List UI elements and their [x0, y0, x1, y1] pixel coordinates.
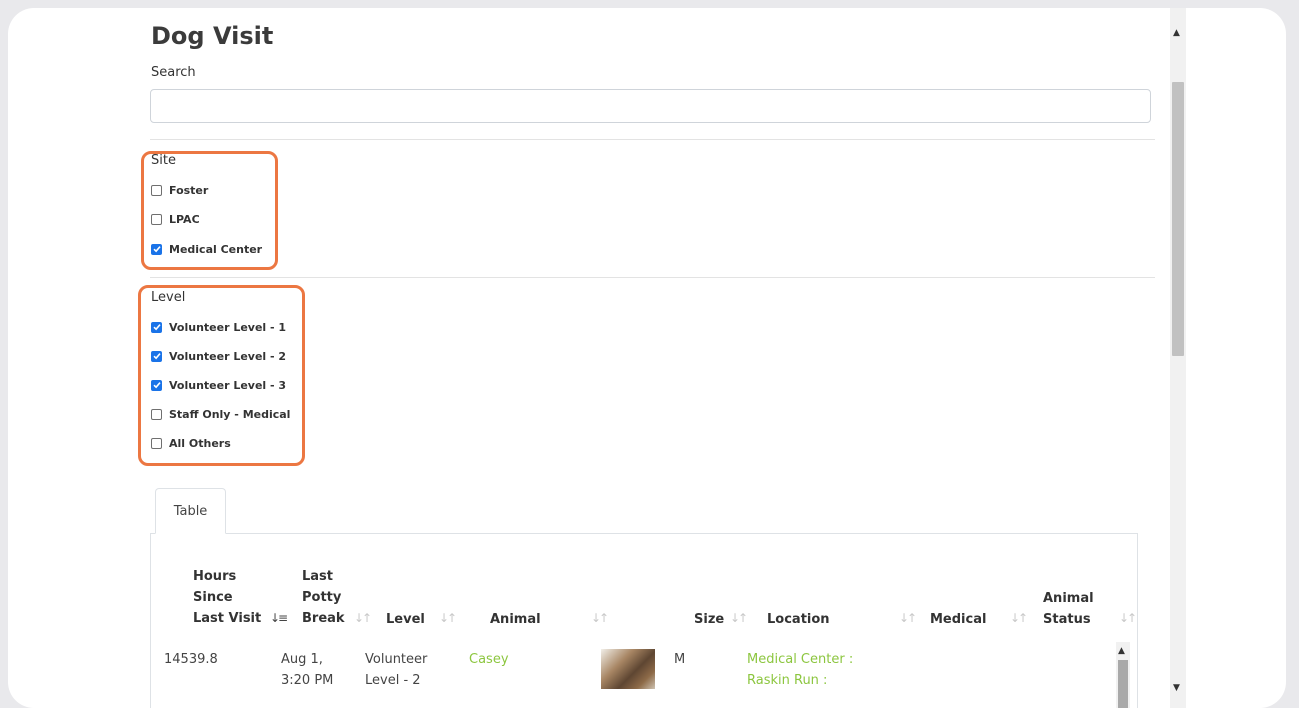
- cell-last-potty-break: Aug 1, 3:20 PM: [281, 652, 334, 688]
- sort-icon[interactable]: ↓↑: [1010, 611, 1028, 625]
- site-option-lpac[interactable]: LPAC: [151, 211, 200, 227]
- level-option-3[interactable]: Volunteer Level - 3: [151, 377, 286, 393]
- sort-icon[interactable]: ↓↑: [899, 611, 917, 625]
- level-option-staff-only-medical[interactable]: Staff Only - Medical: [151, 406, 290, 422]
- page-scrollbar[interactable]: ▲ ▼: [1170, 8, 1186, 708]
- option-label: Medical Center: [169, 242, 263, 256]
- sort-icon[interactable]: ↓↑: [439, 611, 457, 625]
- site-option-medical-center[interactable]: Medical Center: [151, 241, 262, 257]
- checkbox[interactable]: [151, 408, 162, 420]
- check-icon: [152, 382, 161, 389]
- column-header-hours-since-last-visit[interactable]: Hours Since Last Visit: [193, 566, 261, 629]
- location-link[interactable]: Medical Center : Raskin Run :: [747, 649, 853, 691]
- level-option-2[interactable]: Volunteer Level - 2: [151, 348, 286, 364]
- checkbox[interactable]: [151, 350, 162, 362]
- animal-photo[interactable]: [601, 649, 655, 689]
- browser-window: Dog Visit Search Site Foster LPAC Medica…: [8, 8, 1286, 708]
- checkbox[interactable]: [151, 321, 162, 333]
- table-scrollbar[interactable]: ▲: [1116, 642, 1130, 708]
- checkbox[interactable]: [151, 213, 162, 225]
- search-input[interactable]: [150, 89, 1151, 123]
- level-label: Level: [151, 290, 186, 305]
- sort-icon[interactable]: ↓↑: [1119, 611, 1137, 625]
- column-header-medical[interactable]: Medical: [930, 609, 986, 630]
- option-label: Foster: [169, 183, 209, 197]
- column-header-level[interactable]: Level: [386, 609, 425, 630]
- scroll-up-arrow-icon[interactable]: ▲: [1173, 28, 1180, 38]
- sort-desc-icon[interactable]: ↓≡: [270, 611, 288, 625]
- cell-hours: 14539.8: [164, 652, 218, 667]
- option-label: Volunteer Level - 3: [169, 378, 287, 392]
- page-content: Dog Visit Search Site Foster LPAC Medica…: [8, 8, 1170, 708]
- checkbox[interactable]: [151, 379, 162, 391]
- check-icon: [152, 324, 161, 331]
- sort-icon[interactable]: ↓↑: [354, 611, 372, 625]
- check-icon: [152, 246, 161, 253]
- cell-size: M: [674, 652, 686, 667]
- column-header-location[interactable]: Location: [767, 609, 830, 630]
- column-header-size[interactable]: Size: [694, 609, 724, 630]
- page-scrollbar-thumb[interactable]: [1172, 82, 1184, 356]
- search-label: Search: [151, 65, 196, 80]
- site-label: Site: [151, 153, 176, 168]
- checkbox[interactable]: [151, 243, 162, 255]
- level-option-1[interactable]: Volunteer Level - 1: [151, 319, 286, 335]
- option-label: Staff Only - Medical: [169, 407, 291, 421]
- column-header-animal-status[interactable]: Animal Status: [1043, 588, 1094, 630]
- divider: [150, 139, 1155, 140]
- checkbox[interactable]: [151, 184, 162, 196]
- cell-level: Volunteer Level - 2: [365, 652, 428, 688]
- option-label: LPAC: [169, 212, 200, 226]
- page-title: Dog Visit: [151, 22, 274, 50]
- table-scrollbar-thumb[interactable]: [1118, 660, 1128, 708]
- site-option-foster[interactable]: Foster: [151, 182, 208, 198]
- check-icon: [152, 353, 161, 360]
- scroll-up-arrow-icon[interactable]: ▲: [1118, 646, 1125, 656]
- level-option-all-others[interactable]: All Others: [151, 435, 231, 451]
- divider: [150, 277, 1155, 278]
- column-header-animal[interactable]: Animal: [490, 609, 541, 630]
- option-label: Volunteer Level - 2: [169, 349, 287, 363]
- checkbox[interactable]: [151, 437, 162, 449]
- column-header-last-potty-break[interactable]: Last Potty Break: [302, 566, 345, 629]
- option-label: Volunteer Level - 1: [169, 320, 287, 334]
- animal-name-link[interactable]: Casey: [469, 649, 509, 670]
- option-label: All Others: [169, 436, 231, 450]
- tab-table[interactable]: Table: [155, 488, 226, 534]
- sort-icon[interactable]: ↓↑: [591, 611, 609, 625]
- sort-icon[interactable]: ↓↑: [730, 611, 748, 625]
- scroll-down-arrow-icon[interactable]: ▼: [1173, 683, 1180, 693]
